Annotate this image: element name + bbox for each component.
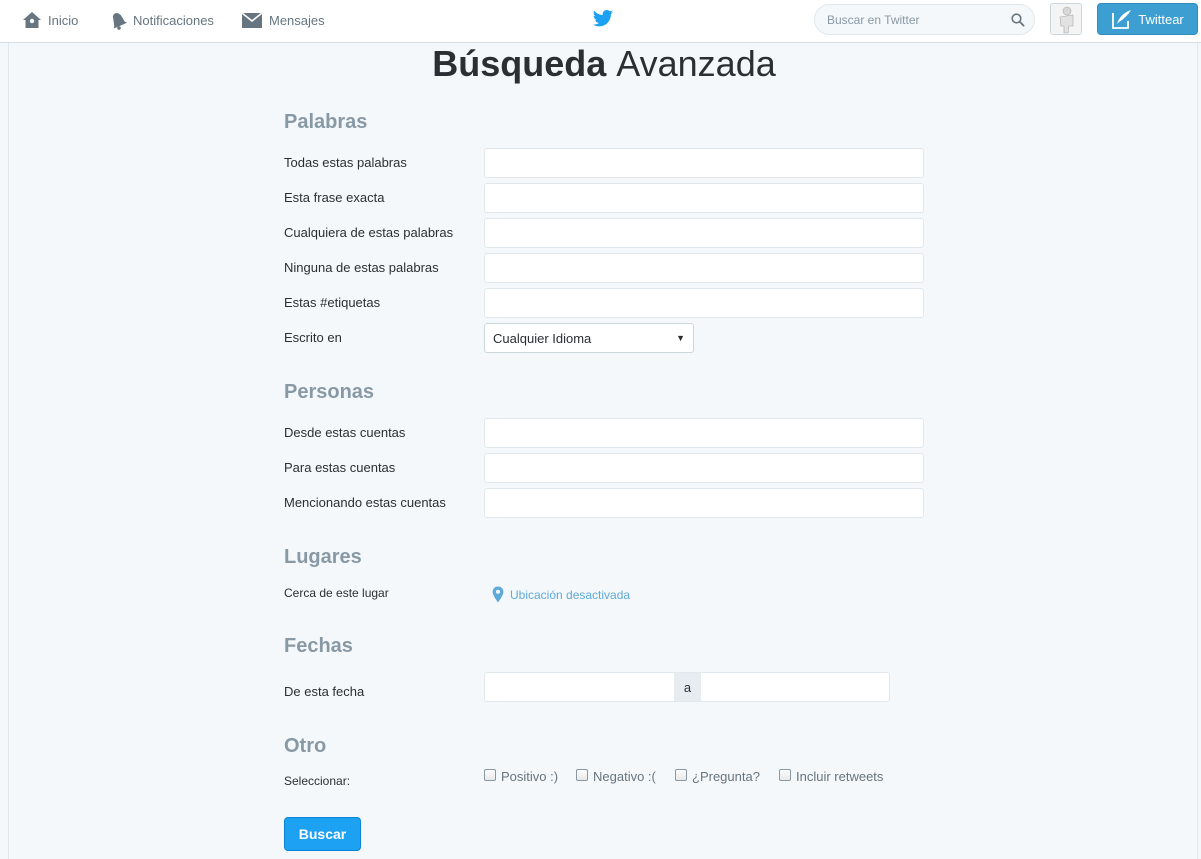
- section-title-other: Otro: [284, 735, 327, 757]
- nav-messages-label: Mensajes: [269, 12, 325, 28]
- label-from-accounts: Desde estas cuentas: [284, 425, 406, 440]
- section-title-people: Personas: [284, 381, 375, 403]
- label-all-words: Todas estas palabras: [284, 155, 407, 170]
- any-words-input[interactable]: [484, 218, 924, 248]
- chevron-down-icon: ▼: [676, 333, 685, 343]
- page-title: Búsqueda Avanzada: [9, 43, 1199, 85]
- page-title-light: Avanzada: [616, 43, 776, 84]
- label-to-accounts: Para estas cuentas: [284, 460, 396, 475]
- nav-home-label: Inicio: [48, 12, 79, 28]
- tweet-button-label: Twittear: [1138, 11, 1184, 27]
- label-language: Escrito en: [284, 330, 342, 345]
- checkbox-positive-box[interactable]: [484, 769, 496, 781]
- location-toggle-link[interactable]: Ubicación desactivada: [492, 586, 630, 603]
- date-range-separator: a: [674, 672, 701, 702]
- advanced-search-container: Búsqueda Avanzada Palabras Todas estas p…: [8, 43, 1198, 859]
- checkbox-question-box[interactable]: [675, 769, 687, 781]
- label-any-words: Cualquiera de estas palabras: [284, 225, 454, 240]
- avatar-figure-icon: [1051, 4, 1081, 34]
- label-near-place: Cerca de este lugar: [284, 586, 389, 600]
- until-date-input[interactable]: [701, 672, 890, 702]
- exact-phrase-input[interactable]: [484, 183, 924, 213]
- checkbox-negative-label: Negativo :(: [593, 769, 656, 784]
- label-exact-phrase: Esta frase exacta: [284, 190, 385, 205]
- section-title-dates: Fechas: [284, 635, 353, 657]
- tweet-button[interactable]: Twittear: [1097, 3, 1198, 35]
- search-icon[interactable]: [1011, 13, 1025, 27]
- twitter-bird-icon[interactable]: [592, 9, 614, 29]
- section-title-words: Palabras: [284, 111, 368, 133]
- section-title-places: Lugares: [284, 546, 362, 568]
- checkbox-negative[interactable]: Negativo :(: [576, 769, 656, 784]
- compose-quill-icon: [1112, 10, 1132, 29]
- since-date-input[interactable]: [484, 672, 674, 702]
- label-none-words: Ninguna de estas palabras: [284, 260, 439, 275]
- label-from-date: De esta fecha: [284, 684, 365, 699]
- mentioning-accounts-input[interactable]: [484, 488, 924, 518]
- from-accounts-input[interactable]: [484, 418, 924, 448]
- label-select: Seleccionar:: [284, 774, 351, 788]
- map-pin-icon: [492, 586, 504, 603]
- nav-notifications-label: Notificaciones: [133, 12, 214, 28]
- language-select[interactable]: Cualquier Idioma ▼: [484, 323, 694, 353]
- home-icon: [23, 12, 41, 28]
- checkbox-question-label: ¿Pregunta?: [692, 769, 760, 784]
- search-input[interactable]: [815, 5, 1005, 34]
- bell-icon: [112, 12, 127, 30]
- label-hashtags: Estas #etiquetas: [284, 295, 381, 310]
- checkbox-include-retweets-label: Incluir retweets: [796, 769, 884, 784]
- checkbox-include-retweets-box[interactable]: [779, 769, 791, 781]
- envelope-icon: [241, 11, 263, 28]
- all-words-input[interactable]: [484, 148, 924, 178]
- nav-messages[interactable]: Mensajes: [241, 0, 325, 40]
- page-title-bold: Búsqueda: [432, 43, 607, 84]
- top-navigation-bar: Inicio Notificaciones Mensajes Buscar en…: [0, 0, 1201, 43]
- checkbox-positive-label: Positivo :): [501, 769, 559, 784]
- location-status-label: Ubicación desactivada: [510, 587, 631, 602]
- checkbox-include-retweets[interactable]: Incluir retweets: [779, 769, 883, 784]
- nav-home[interactable]: Inicio: [22, 0, 78, 40]
- to-accounts-input[interactable]: [484, 453, 924, 483]
- nav-notifications[interactable]: Notificaciones: [109, 0, 214, 40]
- checkbox-negative-box[interactable]: [576, 769, 588, 781]
- submit-search-button[interactable]: Buscar: [284, 817, 361, 851]
- checkbox-positive[interactable]: Positivo :): [484, 769, 558, 784]
- none-words-input[interactable]: [484, 253, 924, 283]
- language-select-value: Cualquier Idioma: [493, 330, 592, 346]
- search-box: [814, 4, 1035, 35]
- hashtags-input[interactable]: [484, 288, 924, 318]
- avatar[interactable]: [1050, 3, 1082, 35]
- label-mentioning-accounts: Mencionando estas cuentas: [284, 495, 446, 510]
- checkbox-question[interactable]: ¿Pregunta?: [675, 769, 760, 784]
